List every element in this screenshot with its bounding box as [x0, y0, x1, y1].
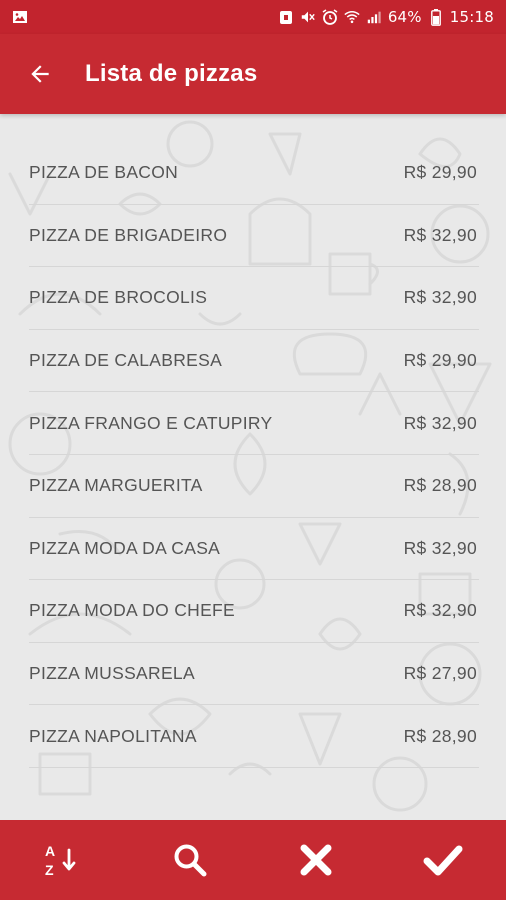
- pizza-list-item[interactable]: PIZZA NAPOLITANA R$ 28,90: [29, 705, 479, 768]
- search-button[interactable]: [158, 828, 222, 892]
- app-bar: Lista de pizzas: [0, 34, 506, 114]
- pizza-list-item[interactable]: PIZZA DE CALABRESA R$ 29,90: [29, 330, 479, 393]
- clear-button[interactable]: [284, 828, 348, 892]
- pizza-name: PIZZA DE CALABRESA: [29, 350, 223, 371]
- sort-az-icon: A Z: [45, 843, 76, 878]
- alarm-icon: [322, 9, 338, 25]
- close-icon: [300, 844, 332, 876]
- pizza-list-item[interactable]: PIZZA DE BROCOLIS R$ 32,90: [29, 267, 479, 330]
- mute-icon: [300, 9, 316, 25]
- pizza-price: R$ 32,90: [403, 600, 477, 621]
- back-button[interactable]: [24, 58, 56, 90]
- signal-icon: [366, 9, 382, 25]
- pizza-list-item[interactable]: PIZZA MARGUERITA R$ 28,90: [29, 455, 479, 518]
- pizza-name: PIZZA MARGUERITA: [29, 475, 203, 496]
- svg-text:Z: Z: [45, 862, 54, 878]
- pizza-price: R$ 32,90: [403, 224, 477, 245]
- pizza-list-container[interactable]: PIZZA DE BACON R$ 29,90 PIZZA DE BRIGADEIR…: [0, 114, 506, 820]
- pizza-list-item[interactable]: PIZZA MUSSARELA R$ 27,90: [29, 643, 479, 706]
- pizza-name: PIZZA DE BROCOLIS: [29, 287, 208, 308]
- pizza-list-item[interactable]: PIZZA MODA DO CHEFE R$ 32,90: [29, 580, 479, 643]
- check-icon: [423, 845, 463, 876]
- confirm-button[interactable]: [411, 828, 475, 892]
- pizza-name: PIZZA DE BRIGADEIRO: [29, 224, 228, 245]
- pizza-price: R$ 32,90: [403, 412, 477, 433]
- pizza-name: PIZZA DE BACON: [29, 162, 179, 183]
- notification-lock-icon: [278, 9, 294, 25]
- page-title: Lista de pizzas: [85, 60, 258, 87]
- arrow-back-icon: [31, 65, 49, 83]
- pizza-list-item[interactable]: PIZZA DE BRIGADEIRO R$ 32,90: [29, 205, 479, 268]
- pizza-name: PIZZA MODA DA CASA: [29, 537, 221, 558]
- pizza-list: PIZZA DE BACON R$ 29,90 PIZZA DE BRIGADEIR…: [29, 142, 479, 768]
- pizza-list-item[interactable]: PIZZA MODA DA CASA R$ 32,90: [29, 518, 479, 581]
- sort-button[interactable]: A Z: [31, 828, 95, 892]
- svg-text:A: A: [45, 843, 55, 859]
- status-bar: 64% 15:18: [0, 0, 506, 34]
- clock: 15:18: [449, 8, 494, 26]
- image-notification-icon: [12, 9, 28, 25]
- pizza-name: PIZZA FRANGO E CATUPIRY: [29, 412, 273, 433]
- pizza-name: PIZZA MUSSARELA: [29, 663, 195, 684]
- pizza-name: PIZZA MODA DO CHEFE: [29, 600, 236, 621]
- pizza-price: R$ 28,90: [403, 475, 477, 496]
- battery-percent: 64%: [387, 8, 422, 26]
- pizza-price: R$ 29,90: [403, 350, 477, 371]
- pizza-price: R$ 32,90: [403, 287, 477, 308]
- bottom-action-bar: A Z: [0, 820, 506, 900]
- pizza-name: PIZZA NAPOLITANA: [29, 725, 197, 746]
- battery-icon: [428, 8, 444, 26]
- pizza-price: R$ 28,90: [403, 725, 477, 746]
- pizza-list-item[interactable]: PIZZA FRANGO E CATUPIRY R$ 32,90: [29, 392, 479, 455]
- search-icon: [174, 844, 207, 877]
- pizza-price: R$ 32,90: [403, 537, 477, 558]
- pizza-price: R$ 29,90: [403, 162, 477, 183]
- wifi-icon: [344, 9, 360, 25]
- pizza-price: R$ 27,90: [403, 663, 477, 684]
- pizza-list-item[interactable]: PIZZA DE BACON R$ 29,90: [29, 142, 479, 205]
